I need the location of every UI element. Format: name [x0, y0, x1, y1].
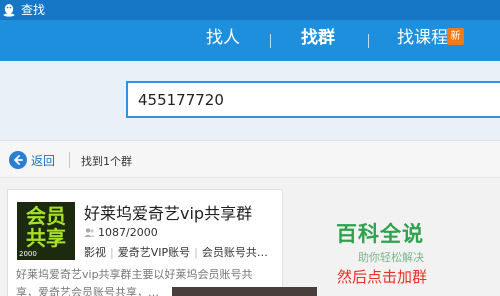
avatar-text-line2: 共享 — [26, 226, 66, 250]
annotation-text: 然后点击加群 — [337, 268, 428, 286]
tag-separator: | — [110, 246, 114, 259]
title-bar: 查找 — [0, 0, 500, 20]
group-result-card[interactable]: 会员 共享 2000 好莱坞爱奇艺vip共享群 1087/2000 影视 | 爱奇艺… — [7, 189, 283, 296]
avatar-year: 2000 — [19, 250, 37, 258]
search-box[interactable] — [126, 81, 500, 118]
back-arrow-icon[interactable] — [9, 151, 27, 169]
group-tags: 影视 | 爱奇艺VIP账号 | 会员账号共… — [84, 244, 282, 260]
results-bar: 返回 找到1个群 — [0, 140, 500, 178]
divider — [69, 152, 70, 168]
tab-separator — [368, 34, 369, 48]
group-avatar[interactable]: 会员 共享 2000 — [17, 202, 75, 260]
tag: 爱奇艺VIP账号 — [117, 246, 191, 259]
qq-penguin-icon — [3, 4, 15, 17]
result-count: 找到1个群 — [81, 155, 132, 168]
avatar-text-line1: 会员 — [26, 204, 66, 228]
tab-separator — [270, 34, 271, 48]
back-button[interactable]: 返回 — [9, 151, 55, 169]
tag-separator: | — [194, 246, 198, 259]
watermark-subtitle: 助你轻松解决 — [358, 251, 424, 264]
tab-find-course[interactable]: 找课程 — [397, 27, 448, 49]
new-badge: 新 — [447, 28, 464, 45]
tag: 会员账号共… — [201, 246, 268, 259]
group-name[interactable]: 好莱坞爱奇艺vip共享群 — [84, 200, 252, 224]
member-count-value: 1087/2000 — [98, 226, 158, 239]
watermark-title: 百科全说 — [336, 222, 424, 246]
member-count: 1087/2000 — [84, 226, 158, 239]
description-line: 好莱坞爱奇艺vip共享群主要以好莱坞会员账号共 — [16, 268, 253, 281]
search-input[interactable] — [138, 89, 478, 111]
tab-find-group[interactable]: 找群 — [301, 27, 335, 49]
join-group-button[interactable] — [172, 287, 317, 296]
tag: 影视 — [84, 246, 106, 259]
search-area — [0, 61, 500, 140]
members-icon — [84, 228, 95, 237]
window-title: 查找 — [21, 3, 46, 17]
watermark: 百科全说 助你轻松解决 — [336, 218, 466, 265]
nav-bar: 找人 找群 找课程 新 — [0, 20, 500, 81]
back-label[interactable]: 返回 — [31, 152, 55, 169]
tab-find-people[interactable]: 找人 — [206, 27, 240, 49]
